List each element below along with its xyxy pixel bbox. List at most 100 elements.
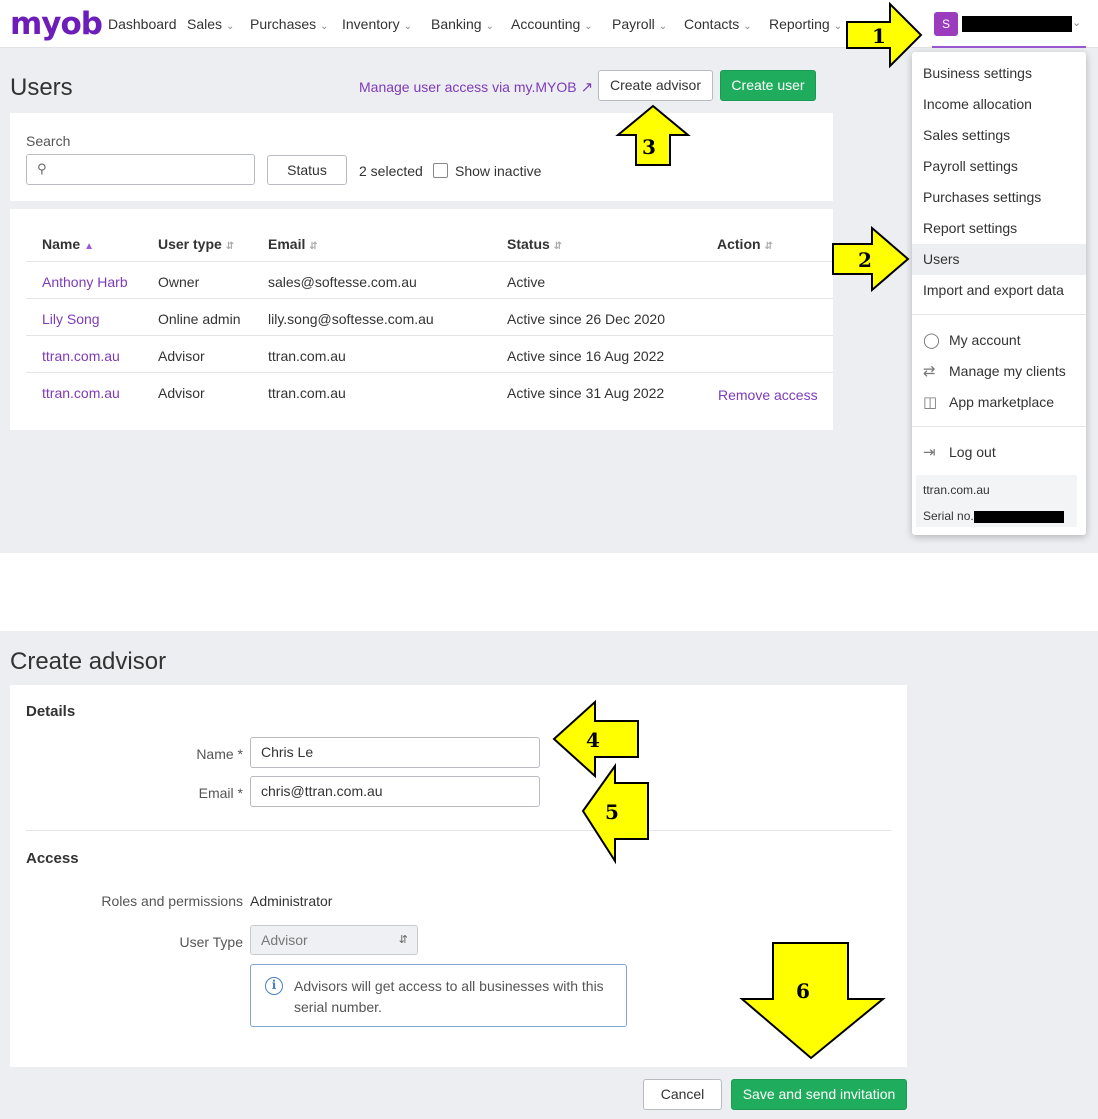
- table-row: Lily Song Online admin lily.song@softess…: [26, 298, 833, 335]
- manage-access-link[interactable]: Manage user access via my.MYOB ↗: [359, 78, 593, 96]
- column-header-status[interactable]: Status ⇵: [507, 236, 562, 252]
- menu-item-report-settings[interactable]: Report settings: [912, 213, 1086, 244]
- user-type-select: Advisor ⇵: [250, 925, 418, 955]
- nav-label: Accounting: [511, 16, 581, 32]
- column-header-email[interactable]: Email ⇵: [268, 236, 318, 252]
- shuffle-icon: ⇄: [923, 363, 936, 380]
- save-and-send-invitation-button[interactable]: Save and send invitation: [731, 1079, 907, 1110]
- user-type-cell: Online admin: [158, 311, 241, 327]
- chevron-down-icon: ⌄: [226, 21, 235, 32]
- myob-logo[interactable]: myob: [10, 6, 103, 42]
- menu-item-manage-clients[interactable]: ⇄ Manage my clients: [912, 356, 1086, 387]
- header-label: Name: [42, 236, 81, 252]
- nav-inventory[interactable]: Inventory ⌄: [342, 16, 412, 32]
- chevron-down-icon: ⌄: [485, 21, 494, 32]
- search-input[interactable]: ⚲: [26, 154, 255, 185]
- user-type-cell: Advisor: [158, 348, 205, 364]
- menu-item-label: Log out: [949, 444, 996, 460]
- remove-access-link[interactable]: Remove access: [718, 387, 818, 403]
- menu-item-import-export[interactable]: Import and export data: [912, 275, 1086, 306]
- cancel-button[interactable]: Cancel: [643, 1079, 722, 1110]
- user-name-link[interactable]: Lily Song: [42, 311, 100, 327]
- nav-label: Inventory: [342, 16, 400, 32]
- menu-item-purchases-settings[interactable]: Purchases settings: [912, 182, 1086, 213]
- email-field[interactable]: chris@ttran.com.au: [250, 776, 540, 807]
- user-name-link[interactable]: Anthony Harb: [42, 274, 128, 290]
- external-link-icon: ↗: [580, 79, 594, 96]
- nav-label: Payroll: [612, 16, 655, 32]
- nav-dashboard[interactable]: Dashboard: [108, 16, 177, 32]
- nav-payroll[interactable]: Payroll ⌄: [612, 16, 667, 32]
- show-inactive-label[interactable]: Show inactive: [455, 163, 541, 179]
- annotation-arrow-3: 3: [615, 104, 691, 168]
- sort-icon: ⇵: [764, 241, 773, 252]
- top-navbar: myob Dashboard Sales ⌄ Purchases ⌄ Invento…: [0, 0, 1098, 48]
- basket-icon: ◫: [923, 394, 938, 411]
- create-advisor-button[interactable]: Create advisor: [598, 70, 713, 101]
- select-arrows-icon: ⇵: [398, 934, 408, 946]
- menu-item-label: Manage my clients: [949, 363, 1066, 379]
- table-row: ttran.com.au Advisor ttran.com.au Active…: [26, 372, 833, 413]
- user-type-cell: Owner: [158, 274, 200, 290]
- annotation-number: 1: [872, 24, 886, 48]
- nav-banking[interactable]: Banking ⌄: [431, 16, 494, 32]
- status-cell: Active since 16 Aug 2022: [507, 348, 665, 364]
- logout-icon: ⇥: [923, 444, 936, 461]
- nav-sales[interactable]: Sales ⌄: [187, 16, 234, 32]
- menu-item-my-account[interactable]: ◯ My account: [912, 325, 1086, 356]
- user-name-link[interactable]: ttran.com.au: [42, 385, 120, 401]
- header-label: Action: [717, 236, 761, 252]
- menu-item-income-allocation[interactable]: Income allocation: [912, 89, 1086, 120]
- status-filter-button[interactable]: Status: [267, 155, 347, 185]
- annotation-number: 5: [605, 800, 619, 824]
- nav-reporting[interactable]: Reporting ⌄: [769, 16, 842, 32]
- annotation-number: 6: [796, 979, 810, 1003]
- chevron-down-icon: ⌄: [320, 21, 329, 32]
- email-cell: lily.song@softesse.com.au: [268, 311, 434, 327]
- menu-item-business-settings[interactable]: Business settings: [912, 58, 1086, 89]
- sort-ascending-icon: ▲: [84, 241, 95, 252]
- user-dropdown-menu: Business settings Income allocation Sale…: [912, 52, 1086, 535]
- column-header-user-type[interactable]: User type ⇵: [158, 236, 234, 252]
- header-label: User type: [158, 236, 222, 252]
- redacted-serial: [973, 510, 1064, 523]
- info-icon: i: [265, 977, 283, 995]
- nav-label: Sales: [187, 16, 223, 32]
- menu-item-payroll-settings[interactable]: Payroll settings: [912, 151, 1086, 182]
- email-cell: ttran.com.au: [268, 385, 346, 401]
- menu-divider: [912, 314, 1086, 315]
- nav-label: Banking: [431, 16, 482, 32]
- nav-accounting[interactable]: Accounting ⌄: [511, 16, 593, 32]
- chevron-down-icon: ⌄: [403, 21, 412, 32]
- menu-item-log-out[interactable]: ⇥ Log out: [912, 437, 1086, 468]
- user-type-cell: Advisor: [158, 385, 205, 401]
- sort-icon: ⇵: [553, 241, 563, 252]
- email-label: Email *: [198, 785, 243, 801]
- menu-item-sales-settings[interactable]: Sales settings: [912, 120, 1086, 151]
- filter-panel: Search ⚲ Status 2 selected Show inactive: [10, 113, 833, 201]
- user-menu-toggle[interactable]: S ⌄: [932, 10, 1086, 48]
- search-label: Search: [26, 133, 71, 149]
- table-row: Anthony Harb Owner sales@softesse.com.au…: [26, 261, 833, 298]
- info-text: Advisors will get access to all business…: [294, 978, 604, 1015]
- person-icon: ◯: [923, 332, 940, 349]
- header-label: Email: [268, 236, 306, 252]
- nav-label: Dashboard: [108, 16, 177, 32]
- serial-label: Serial no.: [923, 509, 974, 523]
- annotation-number: 4: [586, 728, 600, 752]
- create-user-button[interactable]: Create user: [720, 70, 816, 101]
- menu-item-users[interactable]: Users: [912, 244, 1086, 275]
- show-inactive-checkbox[interactable]: [433, 163, 448, 178]
- annotation-number: 2: [858, 248, 872, 272]
- selected-count: 2 selected: [359, 163, 423, 179]
- name-field[interactable]: Chris Le: [250, 737, 540, 768]
- nav-label: Contacts: [684, 16, 740, 32]
- column-header-name[interactable]: Name ▲: [42, 236, 94, 252]
- user-name-link[interactable]: ttran.com.au: [42, 348, 120, 364]
- nav-label: Purchases: [250, 16, 317, 32]
- nav-contacts[interactable]: Contacts ⌄: [684, 16, 752, 32]
- column-header-action[interactable]: Action ⇵: [717, 236, 773, 252]
- nav-label: Reporting: [769, 16, 830, 32]
- menu-item-app-marketplace[interactable]: ◫ App marketplace: [912, 387, 1086, 418]
- nav-purchases[interactable]: Purchases ⌄: [250, 16, 329, 32]
